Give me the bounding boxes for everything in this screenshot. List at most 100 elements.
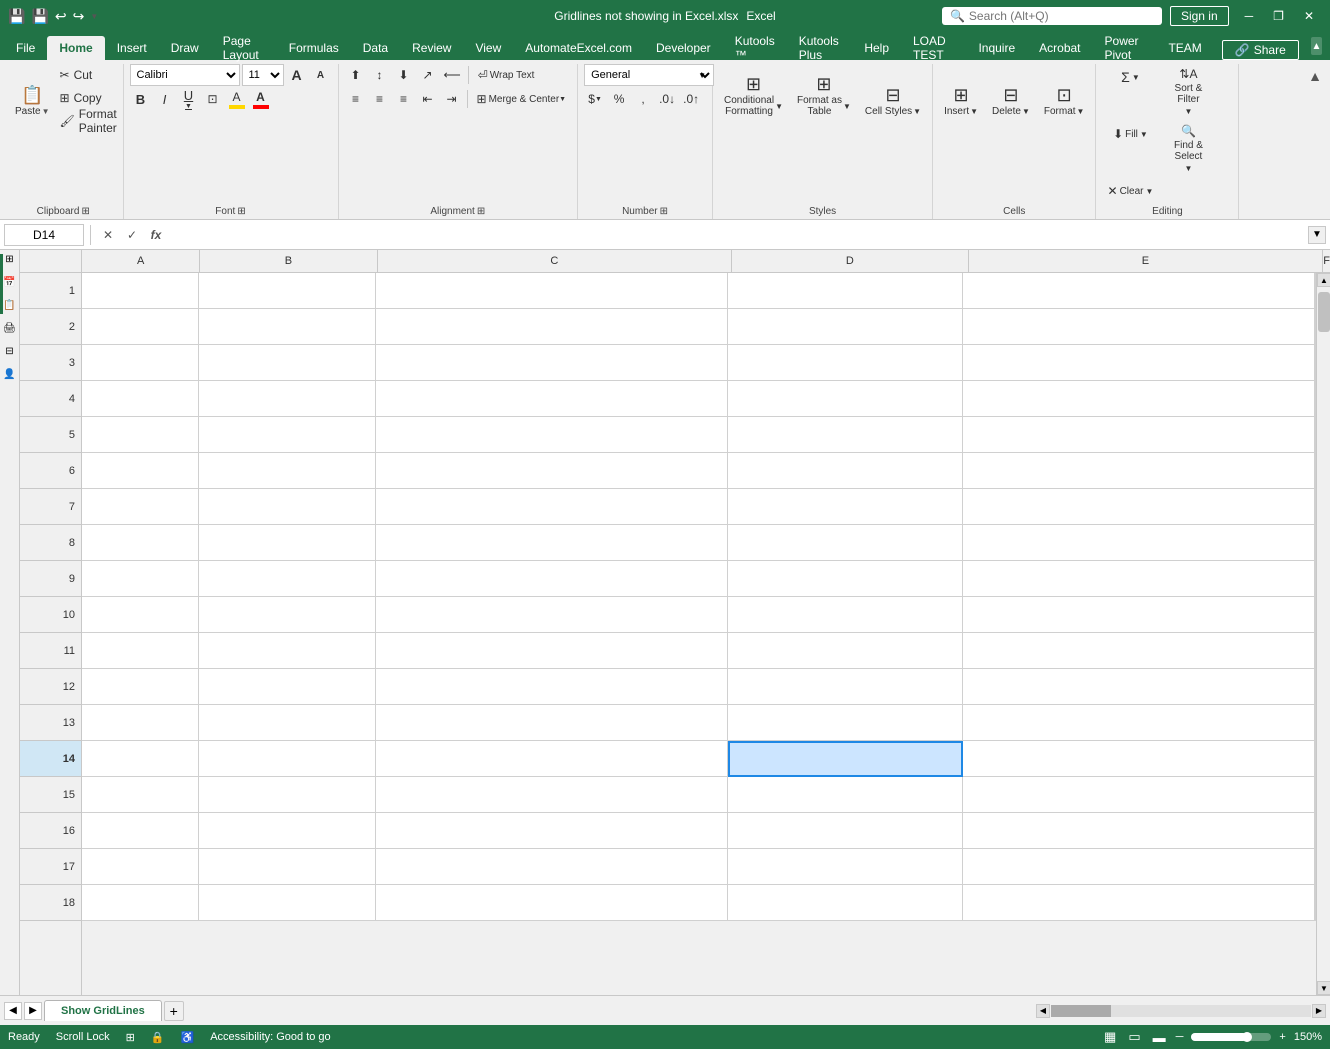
cell-F9[interactable] bbox=[1315, 561, 1316, 597]
cell-D9[interactable] bbox=[728, 561, 963, 597]
right-align-button[interactable]: ≡ bbox=[393, 88, 415, 110]
center-align-button[interactable]: ≡ bbox=[369, 88, 391, 110]
left-panel-icon3[interactable]: 📋 bbox=[3, 300, 15, 311]
cell-F2[interactable] bbox=[1315, 309, 1316, 345]
fill-button[interactable]: ⬇ Fill ▼ bbox=[1102, 121, 1158, 147]
increase-font-button[interactable]: A bbox=[286, 64, 308, 86]
cell-B5[interactable] bbox=[199, 417, 375, 453]
cell-B4[interactable] bbox=[199, 381, 375, 417]
tab-inquire[interactable]: Inquire bbox=[966, 36, 1027, 60]
row-header-6[interactable]: 6 bbox=[20, 453, 81, 489]
ribbon-collapse-arrow[interactable]: ▲ bbox=[1308, 68, 1322, 84]
ribbon-collapse-button[interactable]: ▲ bbox=[1311, 37, 1322, 55]
copy-button[interactable]: ⊞ Copy bbox=[57, 87, 117, 109]
cell-A10[interactable] bbox=[82, 597, 199, 633]
cut-button[interactable]: ✂ Cut bbox=[57, 64, 117, 86]
cell-D3[interactable] bbox=[728, 345, 963, 381]
cell-A9[interactable] bbox=[82, 561, 199, 597]
sort-filter-button[interactable]: ⇅A Sort & Filter ▼ bbox=[1160, 64, 1216, 119]
number-format-select[interactable]: General bbox=[584, 64, 714, 86]
decrease-decimal-button[interactable]: .0↓ bbox=[656, 88, 678, 110]
cell-C15[interactable] bbox=[376, 777, 728, 813]
cell-B13[interactable] bbox=[199, 705, 375, 741]
cell-A2[interactable] bbox=[82, 309, 199, 345]
row-header-5[interactable]: 5 bbox=[20, 417, 81, 453]
decrease-font-button[interactable]: A bbox=[310, 64, 332, 86]
cell-B17[interactable] bbox=[199, 849, 375, 885]
formula-bar-expand-button[interactable]: ▼ bbox=[1308, 226, 1326, 244]
cell-A3[interactable] bbox=[82, 345, 199, 381]
col-header-E[interactable]: E bbox=[969, 250, 1324, 272]
sign-in-button[interactable]: Sign in bbox=[1170, 6, 1229, 26]
cell-D12[interactable] bbox=[728, 669, 963, 705]
cell-B8[interactable] bbox=[199, 525, 375, 561]
cell-E4[interactable] bbox=[963, 381, 1315, 417]
format-painter-button[interactable]: 🖌 Format Painter bbox=[57, 110, 117, 132]
cell-F5[interactable] bbox=[1315, 417, 1316, 453]
cell-F4[interactable] bbox=[1315, 381, 1316, 417]
row-header-18[interactable]: 18 bbox=[20, 885, 81, 921]
merge-center-button[interactable]: ⊞ Merge & Center ▼ bbox=[472, 88, 572, 110]
delete-cells-button[interactable]: ⊟ Delete ▼ bbox=[987, 64, 1035, 122]
cell-A16[interactable] bbox=[82, 813, 199, 849]
share-button[interactable]: 🔗 Share bbox=[1222, 40, 1299, 60]
cell-C6[interactable] bbox=[376, 453, 728, 489]
cell-B7[interactable] bbox=[199, 489, 375, 525]
cell-A8[interactable] bbox=[82, 525, 199, 561]
row-header-10[interactable]: 10 bbox=[20, 597, 81, 633]
tab-power-pivot[interactable]: Power Pivot bbox=[1093, 36, 1157, 60]
cell-E12[interactable] bbox=[963, 669, 1315, 705]
col-header-D[interactable]: D bbox=[732, 250, 968, 272]
row-header-12[interactable]: 12 bbox=[20, 669, 81, 705]
cell-A14[interactable] bbox=[82, 741, 199, 777]
tab-help[interactable]: Help bbox=[852, 36, 901, 60]
paste-button[interactable]: 📋 Paste ▼ bbox=[10, 64, 55, 122]
cell-F1[interactable] bbox=[1315, 273, 1316, 309]
cell-D1[interactable] bbox=[728, 273, 963, 309]
zoom-plus-button[interactable]: + bbox=[1279, 1031, 1285, 1043]
cell-E7[interactable] bbox=[963, 489, 1315, 525]
font-name-select[interactable]: Calibri bbox=[130, 64, 240, 86]
cell-C8[interactable] bbox=[376, 525, 728, 561]
search-box[interactable]: 🔍 bbox=[942, 7, 1162, 25]
cell-D17[interactable] bbox=[728, 849, 963, 885]
cell-F13[interactable] bbox=[1315, 705, 1316, 741]
row-header-7[interactable]: 7 bbox=[20, 489, 81, 525]
tab-acrobat[interactable]: Acrobat bbox=[1027, 36, 1092, 60]
cell-B11[interactable] bbox=[199, 633, 375, 669]
tab-automateexcel[interactable]: AutomateExcel.com bbox=[513, 36, 644, 60]
indent-increase-button[interactable]: ⇥ bbox=[441, 88, 463, 110]
cell-E13[interactable] bbox=[963, 705, 1315, 741]
cell-B10[interactable] bbox=[199, 597, 375, 633]
row-header-9[interactable]: 9 bbox=[20, 561, 81, 597]
underline-button[interactable]: U ▼ bbox=[178, 88, 200, 110]
tab-view[interactable]: View bbox=[463, 36, 513, 60]
format-cells-button[interactable]: ⊡ Format ▼ bbox=[1039, 64, 1090, 122]
cell-D13[interactable] bbox=[728, 705, 963, 741]
text-direction-button[interactable]: ⟵ bbox=[441, 64, 464, 86]
cell-D7[interactable] bbox=[728, 489, 963, 525]
cell-C18[interactable] bbox=[376, 885, 728, 921]
cell-E17[interactable] bbox=[963, 849, 1315, 885]
h-scroll-right-button[interactable]: ▶ bbox=[1312, 1004, 1326, 1018]
cancel-formula-button[interactable]: ✕ bbox=[97, 224, 119, 246]
cell-C3[interactable] bbox=[376, 345, 728, 381]
fill-color-button[interactable]: A bbox=[226, 88, 248, 110]
cell-B6[interactable] bbox=[199, 453, 375, 489]
tab-draw[interactable]: Draw bbox=[159, 36, 211, 60]
cell-C2[interactable] bbox=[376, 309, 728, 345]
cell-C13[interactable] bbox=[376, 705, 728, 741]
cell-E10[interactable] bbox=[963, 597, 1315, 633]
cell-F3[interactable] bbox=[1315, 345, 1316, 381]
col-header-C[interactable]: C bbox=[378, 250, 733, 272]
increase-decimal-button[interactable]: .0↑ bbox=[680, 88, 702, 110]
cell-F16[interactable] bbox=[1315, 813, 1316, 849]
cell-D4[interactable] bbox=[728, 381, 963, 417]
cell-C5[interactable] bbox=[376, 417, 728, 453]
bottom-align-button[interactable]: ⬇ bbox=[393, 64, 415, 86]
cell-C17[interactable] bbox=[376, 849, 728, 885]
alignment-expand-icon[interactable]: ⊞ bbox=[477, 206, 485, 217]
cell-E2[interactable] bbox=[963, 309, 1315, 345]
vertical-scrollbar[interactable]: ▲ ▼ bbox=[1316, 273, 1330, 995]
cell-F8[interactable] bbox=[1315, 525, 1316, 561]
